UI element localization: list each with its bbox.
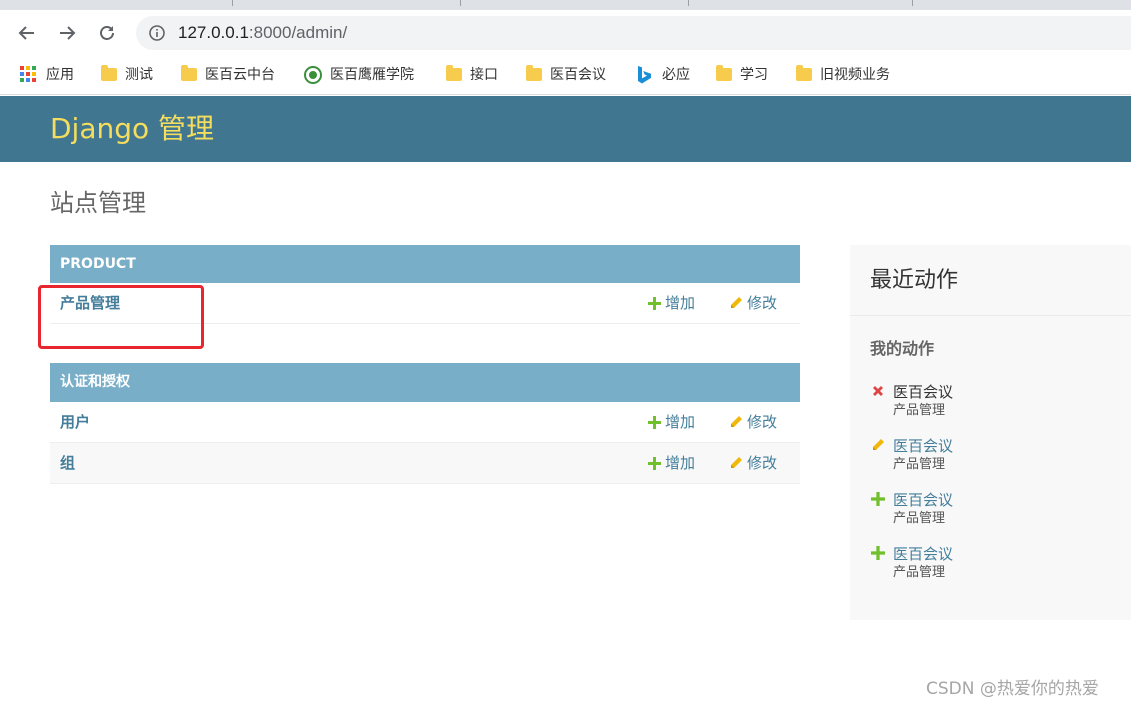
add-link[interactable]: 增加: [648, 452, 695, 474]
site-logo-icon: [304, 66, 322, 84]
recent-actions-title: 最近动作: [870, 268, 959, 293]
divider: [850, 315, 1131, 316]
recent-action-type: 产品管理: [893, 565, 946, 580]
recent-action-item: 医百会议 产品管理: [870, 544, 1110, 588]
folder-icon: [101, 64, 117, 81]
site-info-icon[interactable]: [148, 24, 166, 42]
recent-actions-panel: 最近动作 我的动作 医百会议 产品管理 医百会议 产品管理 医百会议 产品管理 …: [850, 245, 1131, 620]
bookmark-study[interactable]: 学习: [716, 64, 768, 84]
pencil-icon: [731, 457, 742, 468]
change-link[interactable]: 修改: [729, 411, 777, 433]
plus-icon: [648, 415, 661, 429]
bookmarks-bar: 应用 测试 医百云中台 医百鹰雁学院 接口 医百会议 必应 学习 旧视频业务: [0, 56, 1131, 95]
admin-header: Django 管理: [0, 96, 1131, 162]
pencil-icon: [873, 439, 884, 450]
annotation-highlight-box: [38, 285, 204, 349]
add-link[interactable]: 增加: [648, 292, 695, 314]
bookmark-apps[interactable]: 应用: [20, 64, 74, 84]
bookmark-label: 医百鹰雁学院: [330, 67, 414, 83]
bookmark-label: 必应: [662, 67, 690, 83]
model-link[interactable]: 用户: [60, 411, 90, 433]
bookmark-label: 接口: [470, 67, 498, 83]
folder-icon: [526, 64, 542, 81]
site-brand[interactable]: Django 管理: [50, 112, 214, 146]
tab-strip: [0, 0, 1131, 10]
pencil-icon: [731, 416, 742, 427]
url-text: 127.0.0.1:8000/admin/: [178, 23, 348, 42]
bookmark-bing[interactable]: 必应: [636, 64, 690, 84]
recent-action-link[interactable]: 医百会议: [893, 544, 953, 564]
change-link[interactable]: 修改: [729, 452, 777, 474]
folder-icon: [446, 64, 462, 81]
bookmark-label: 测试: [125, 67, 153, 83]
change-link[interactable]: 修改: [729, 292, 777, 314]
recent-action-link[interactable]: 医百会议: [893, 436, 953, 456]
recent-action-type: 产品管理: [893, 511, 946, 526]
bookmark-label: 医百云中台: [205, 67, 275, 83]
module-caption[interactable]: PRODUCT: [50, 245, 800, 283]
forward-icon[interactable]: [54, 20, 80, 46]
model-row-users: 用户 增加 修改: [50, 402, 800, 443]
plus-icon: [648, 456, 661, 470]
bing-icon: [636, 66, 654, 84]
bookmark-label: 旧视频业务: [820, 67, 890, 83]
bookmark-yibai-academy[interactable]: 医百鹰雁学院: [304, 64, 414, 84]
my-actions-heading: 我的动作: [870, 339, 935, 358]
plus-icon: [648, 296, 661, 310]
plus-icon: [871, 492, 885, 506]
apps-grid-icon: [20, 66, 38, 82]
plus-icon: [871, 546, 885, 560]
bookmark-label: 应用: [46, 67, 74, 83]
recent-action-item: 医百会议 产品管理: [870, 436, 1110, 480]
add-link[interactable]: 增加: [648, 411, 695, 433]
recent-action-type: 产品管理: [893, 403, 946, 418]
page-title: 站点管理: [50, 189, 146, 217]
model-row-groups: 组 增加 修改: [50, 443, 800, 484]
module-caption[interactable]: 认证和授权: [50, 363, 800, 402]
pencil-icon: [731, 297, 742, 308]
folder-icon: [716, 64, 732, 81]
reload-icon[interactable]: [94, 20, 120, 46]
recent-action-link[interactable]: 医百会议: [893, 490, 953, 510]
back-icon[interactable]: [14, 20, 40, 46]
recent-action-item: 医百会议 产品管理: [870, 490, 1110, 534]
folder-icon: [181, 64, 197, 81]
recent-action-item: 医百会议 产品管理: [870, 382, 1110, 426]
browser-toolbar: 127.0.0.1:8000/admin/: [0, 10, 1131, 56]
model-link[interactable]: 组: [60, 452, 75, 474]
bookmark-yibai-cloud[interactable]: 医百云中台: [181, 64, 275, 84]
app-module-auth: 认证和授权 用户 增加 修改 组 增加 修改: [50, 363, 800, 484]
bookmark-yibai-meeting[interactable]: 医百会议: [526, 64, 606, 84]
bookmark-label: 学习: [740, 67, 768, 83]
recent-action-object: 医百会议: [893, 383, 954, 401]
folder-icon: [796, 64, 812, 81]
watermark-text: CSDN @热爱你的热爱: [926, 679, 1099, 699]
recent-action-type: 产品管理: [893, 457, 946, 472]
bookmark-old-video[interactable]: 旧视频业务: [796, 64, 890, 84]
bookmark-api[interactable]: 接口: [446, 64, 498, 84]
delete-x-icon: [873, 386, 883, 396]
address-bar[interactable]: 127.0.0.1:8000/admin/: [136, 16, 1131, 50]
bookmark-test[interactable]: 测试: [101, 64, 153, 84]
bookmark-label: 医百会议: [550, 67, 606, 83]
